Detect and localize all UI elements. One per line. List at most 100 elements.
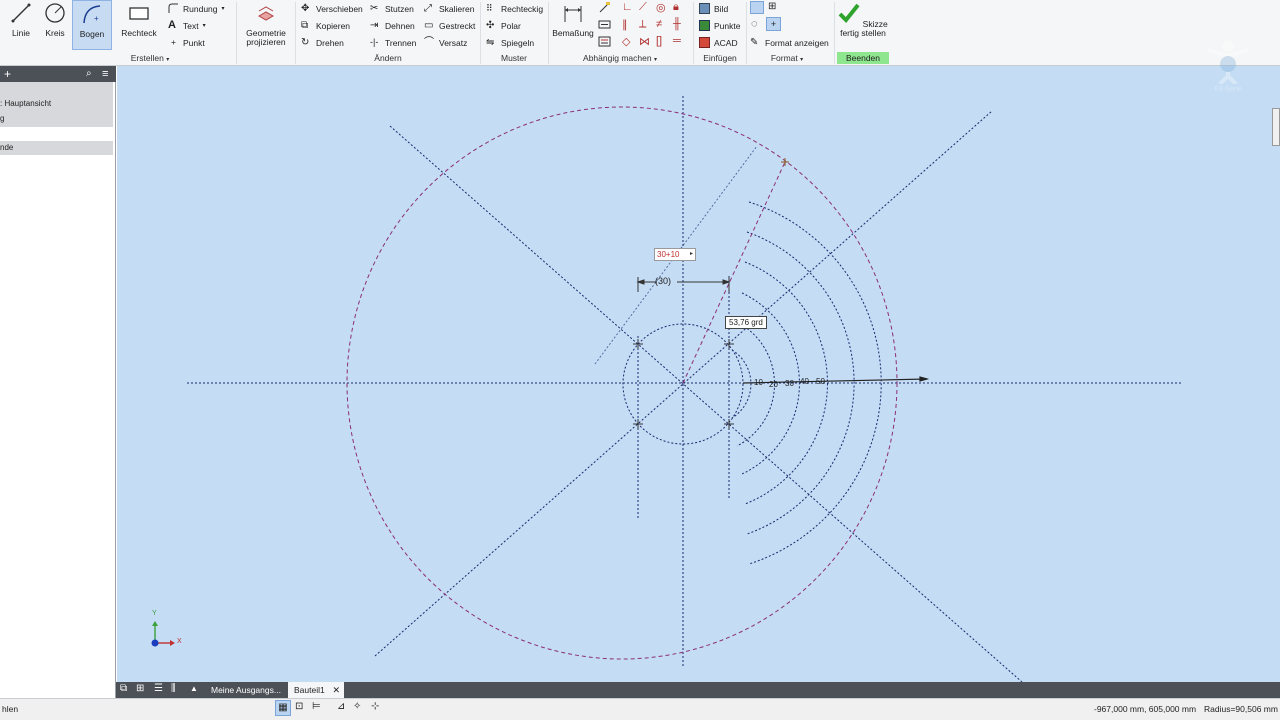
snap-point-icon[interactable]: ⊹ bbox=[371, 701, 379, 712]
symmetric-icon[interactable]: ⋈ bbox=[639, 35, 656, 52]
status-bar: hlen ▦ ⊡ ⊨ ⊿ ✧ ⊹ -967,000 mm, 605,000 mm… bbox=[0, 698, 1280, 720]
rectangular-pattern-button[interactable]: ⠿ Rechteckig bbox=[486, 1, 543, 16]
add-icon[interactable]: + bbox=[4, 66, 11, 82]
text-button[interactable]: A Text ▾ bbox=[168, 18, 206, 33]
image-icon bbox=[699, 3, 710, 14]
tab-bauteil1[interactable]: Bauteil1 ✕ bbox=[288, 682, 344, 698]
centerpoint-toggle-icon[interactable]: ◌ bbox=[751, 18, 758, 30]
search-icon[interactable]: ⌕ bbox=[86, 67, 92, 81]
dimension-arrow-icon bbox=[919, 376, 930, 382]
concentric-icon[interactable]: ◎ bbox=[656, 1, 673, 18]
smooth-icon[interactable]: ◇ bbox=[622, 35, 639, 52]
text-icon: A bbox=[168, 19, 176, 31]
dimension-input-field[interactable]: 30+10 ▸ bbox=[654, 248, 696, 261]
inferred-constraints-icon[interactable]: ✧ bbox=[353, 701, 361, 712]
menu-icon[interactable]: ≡ bbox=[102, 66, 108, 82]
panel-title-format[interactable]: Format ▾ bbox=[760, 53, 814, 63]
dimension-input-value: 30+10 bbox=[657, 250, 680, 259]
project-geometry-button[interactable]: Geometrie projizieren bbox=[242, 0, 290, 50]
split-button[interactable]: -|- Trennen bbox=[370, 35, 416, 50]
tab-home[interactable]: Meine Ausgangs... bbox=[208, 682, 284, 698]
circle-button[interactable]: Kreis bbox=[40, 0, 70, 44]
browser-item-main-view[interactable]: : Hauptansicht bbox=[0, 97, 113, 111]
slice-graphics-icon[interactable]: ⊡ bbox=[295, 701, 303, 712]
dimension-label: Bemaßung bbox=[552, 28, 594, 38]
cascade-windows-icon[interactable]: ⧉ bbox=[120, 683, 127, 694]
sketch-canvas[interactable]: 30+10 ▸ (30) 53,76 grd 10 20 30 40 50 Y … bbox=[117, 66, 1280, 682]
split-icon: -|- bbox=[370, 37, 379, 47]
separator bbox=[480, 2, 481, 64]
arc-button[interactable]: + Bogen bbox=[72, 0, 112, 50]
fix-icon[interactable]: 🔒︎ bbox=[673, 1, 690, 18]
radial-arc[interactable] bbox=[731, 349, 752, 419]
collinear-icon[interactable]: ≠ bbox=[656, 18, 673, 35]
coincident-icon[interactable]: ⟂ bbox=[639, 18, 656, 35]
points-button[interactable]: Punkte bbox=[699, 18, 740, 33]
equal-icon[interactable]: [] bbox=[656, 35, 673, 52]
auto-dimension-icon[interactable] bbox=[598, 1, 611, 14]
coordinate-triad-icon bbox=[151, 621, 175, 647]
stretch-icon: ▭ bbox=[424, 20, 434, 31]
show-constraints-icon[interactable] bbox=[598, 18, 611, 31]
driven-dimension-icon[interactable]: + bbox=[766, 17, 781, 31]
trim-button[interactable]: ✂ Stutzen bbox=[370, 1, 414, 16]
radius-readout: Radius=90,506 mm bbox=[1204, 704, 1278, 714]
rectangle-label: Rechteck bbox=[121, 28, 157, 38]
rectangular-pattern-icon: ⠿ bbox=[486, 3, 493, 13]
close-tab-icon[interactable]: ✕ bbox=[332, 682, 340, 698]
construction-toggle-icon[interactable] bbox=[750, 1, 764, 14]
fillet-button[interactable]: Rundung ▾ bbox=[168, 1, 225, 16]
polar-pattern-icon: ✣ bbox=[486, 20, 495, 31]
x-axis-label: X bbox=[177, 638, 182, 645]
radial-label: 20 bbox=[769, 380, 778, 389]
stretch-button[interactable]: ▭ Gestreckt bbox=[424, 18, 475, 33]
image-button[interactable]: Bild bbox=[699, 1, 728, 16]
perpendicular-icon[interactable]: ∟ bbox=[622, 1, 639, 18]
degrees-freedom-icon[interactable]: ⊿ bbox=[337, 701, 345, 712]
point-marker[interactable] bbox=[633, 419, 643, 429]
grid-snap-icon[interactable]: ▦ bbox=[275, 700, 291, 716]
arc-radius-preview[interactable] bbox=[682, 161, 786, 384]
linear-dimension-label[interactable]: (30) bbox=[655, 276, 671, 286]
parallel-icon[interactable]: ∥ bbox=[622, 18, 639, 35]
move-button[interactable]: ✥ Verschieben bbox=[301, 1, 363, 16]
mirror-button[interactable]: ⇋ Spiegeln bbox=[486, 35, 534, 50]
tangent-icon[interactable]: ⟋ bbox=[639, 1, 656, 18]
tab-list-arrow-icon[interactable]: ▲ bbox=[190, 684, 198, 693]
panel-title-abhaengig[interactable]: Abhängig machen ▾ bbox=[570, 53, 670, 63]
tile-vertical-icon[interactable]: ⫼ bbox=[171, 683, 176, 694]
browser-item-sketch[interactable]: g bbox=[0, 112, 113, 126]
large-sketch-circle[interactable] bbox=[346, 106, 898, 660]
line-button[interactable]: Linie bbox=[6, 0, 36, 44]
play-arrow-icon[interactable]: ▸ bbox=[690, 249, 693, 260]
navigation-bar-handle[interactable] bbox=[1272, 108, 1280, 146]
extend-button[interactable]: ⇥ Dehnen bbox=[370, 18, 415, 33]
dropdown-arrow-icon[interactable]: ▾ bbox=[203, 22, 206, 29]
finish-sketch-button[interactable]: Skizze fertig stellen bbox=[836, 0, 890, 50]
rotate-button[interactable]: ↻ Drehen bbox=[301, 35, 344, 50]
acad-button[interactable]: ACAD bbox=[699, 35, 738, 50]
status-message: hlen bbox=[2, 704, 19, 714]
extend-icon: ⇥ bbox=[370, 20, 379, 31]
diagonal-construction-line[interactable] bbox=[389, 125, 1023, 682]
horizontal-icon[interactable]: ═ bbox=[673, 35, 690, 52]
dimension-button[interactable]: Bemaßung bbox=[552, 0, 594, 44]
vertical-icon[interactable]: ╫ bbox=[673, 18, 690, 35]
browser-item-end[interactable]: nde bbox=[0, 141, 113, 155]
rectangle-button[interactable]: Rechteck bbox=[119, 0, 159, 44]
panel-title-erstellen[interactable]: Erstellen ▾ bbox=[120, 53, 180, 63]
scale-button[interactable]: ⤢ Skalieren bbox=[424, 1, 474, 16]
centerline-toggle-icon[interactable]: ⊞ bbox=[768, 1, 776, 12]
dropdown-arrow-icon[interactable]: ▾ bbox=[222, 5, 225, 12]
polar-pattern-button[interactable]: ✣ Polar bbox=[486, 18, 521, 33]
offset-button[interactable]: ⌒ Versatz bbox=[424, 35, 467, 50]
tile-horizontal-icon[interactable]: ☰ bbox=[154, 683, 163, 694]
show-constraints-status-icon[interactable]: ⊨ bbox=[312, 701, 321, 712]
cursor-crosshair-icon bbox=[781, 158, 789, 166]
copy-button[interactable]: ⧉ Kopieren bbox=[301, 18, 350, 33]
point-button[interactable]: + Punkt bbox=[168, 35, 205, 50]
model-browser: + ⌕ ≡ : Hauptansicht g nde bbox=[0, 66, 116, 698]
show-format-button[interactable]: ✎ Format anzeigen bbox=[750, 35, 829, 50]
constraint-settings-icon[interactable] bbox=[598, 35, 611, 48]
tile-windows-icon[interactable]: ⊞ bbox=[136, 683, 144, 694]
